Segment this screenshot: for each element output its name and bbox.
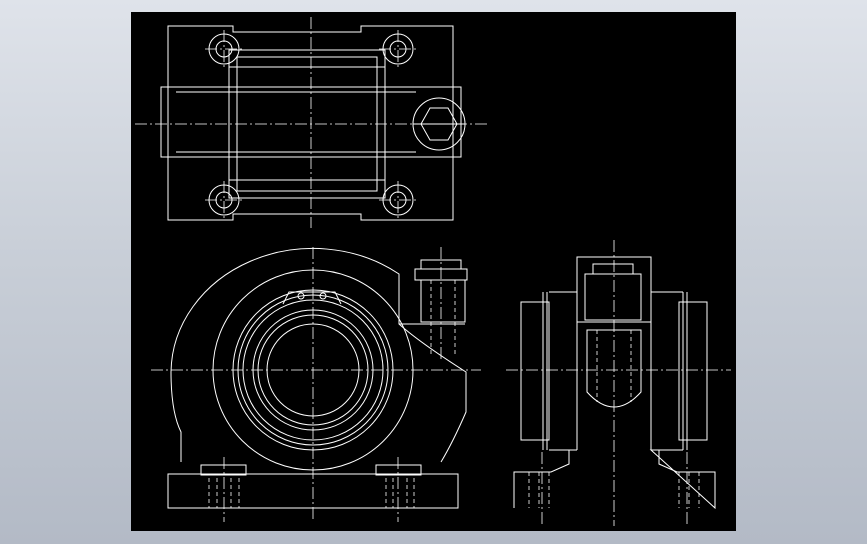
side-base xyxy=(513,449,716,510)
cad-drawing-canvas[interactable] xyxy=(131,12,736,531)
bearing-housing-drawing xyxy=(135,17,731,526)
side-left-flange xyxy=(520,301,550,441)
side-view xyxy=(506,240,731,526)
top-view xyxy=(135,17,489,228)
front-view xyxy=(151,247,481,522)
front-clamp-bolt xyxy=(399,259,468,354)
